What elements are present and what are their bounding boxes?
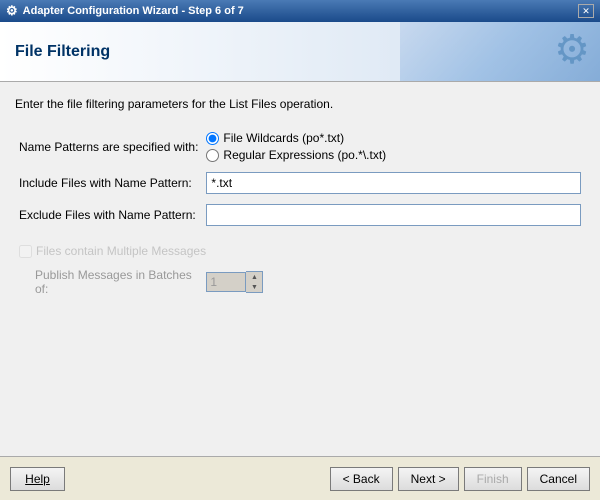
include-pattern-label: Include Files with Name Pattern: bbox=[15, 167, 202, 199]
footer-left: Help bbox=[10, 467, 65, 491]
batch-spinner: ▲ ▼ bbox=[206, 271, 581, 293]
exclude-pattern-row: Exclude Files with Name Pattern: bbox=[15, 199, 585, 231]
exclude-pattern-input-cell bbox=[202, 199, 585, 231]
radio-group: File Wildcards (po*.txt) Regular Express… bbox=[206, 131, 581, 162]
help-button-label: Help bbox=[25, 472, 50, 486]
next-button[interactable]: Next > bbox=[398, 467, 459, 491]
batch-label: Publish Messages in Batches of: bbox=[35, 268, 192, 296]
form-table: Name Patterns are specified with: File W… bbox=[15, 126, 585, 301]
help-button[interactable]: Help bbox=[10, 467, 65, 491]
name-pattern-row: Name Patterns are specified with: File W… bbox=[15, 126, 585, 167]
batch-row: Publish Messages in Batches of: ▲ ▼ bbox=[15, 263, 585, 301]
include-pattern-input-cell bbox=[202, 167, 585, 199]
finish-button: Finish bbox=[464, 467, 522, 491]
spinner-up-button: ▲ bbox=[246, 272, 262, 282]
multiple-messages-label: Files contain Multiple Messages bbox=[36, 244, 206, 258]
spacer-row bbox=[15, 231, 585, 239]
multiple-messages-item[interactable]: Files contain Multiple Messages bbox=[19, 244, 581, 258]
radio-wildcards-label: File Wildcards (po*.txt) bbox=[223, 131, 344, 145]
gear-title-icon: ⚙ bbox=[6, 3, 18, 19]
instruction-text: Enter the file filtering parameters for … bbox=[15, 97, 585, 111]
radio-group-cell: File Wildcards (po*.txt) Regular Express… bbox=[202, 126, 585, 167]
multiple-messages-cell: Files contain Multiple Messages bbox=[15, 239, 585, 263]
close-button[interactable]: ✕ bbox=[578, 4, 594, 18]
multiple-messages-row: Files contain Multiple Messages bbox=[15, 239, 585, 263]
cancel-button[interactable]: Cancel bbox=[527, 467, 590, 491]
title-bar: ⚙ Adapter Configuration Wizard - Step 6 … bbox=[0, 0, 600, 22]
include-pattern-row: Include Files with Name Pattern: bbox=[15, 167, 585, 199]
batch-input bbox=[206, 272, 246, 292]
spinner-down-button: ▼ bbox=[246, 282, 262, 292]
exclude-pattern-input[interactable] bbox=[206, 204, 581, 226]
wizard-body: Enter the file filtering parameters for … bbox=[0, 82, 600, 456]
gear-decoration-icon: ⚙ bbox=[554, 27, 590, 73]
wizard-footer: Help < Back Next > Finish Cancel bbox=[0, 456, 600, 500]
wizard-header: File Filtering ⚙ bbox=[0, 22, 600, 82]
wizard-header-title: File Filtering bbox=[15, 43, 110, 61]
multiple-messages-checkbox bbox=[19, 245, 32, 258]
name-pattern-label: Name Patterns are specified with: bbox=[15, 126, 202, 167]
back-button[interactable]: < Back bbox=[330, 467, 393, 491]
include-pattern-input[interactable] bbox=[206, 172, 581, 194]
title-bar-controls: ✕ bbox=[578, 4, 594, 18]
radio-regex-label: Regular Expressions (po.*\.txt) bbox=[223, 148, 386, 162]
radio-wildcards-item[interactable]: File Wildcards (po*.txt) bbox=[206, 131, 581, 145]
batch-value-cell: ▲ ▼ bbox=[202, 263, 585, 301]
spinner-buttons: ▲ ▼ bbox=[246, 271, 263, 293]
title-bar-text: ⚙ Adapter Configuration Wizard - Step 6 … bbox=[6, 3, 244, 19]
radio-regex[interactable] bbox=[206, 149, 219, 162]
radio-wildcards[interactable] bbox=[206, 132, 219, 145]
exclude-pattern-label: Exclude Files with Name Pattern: bbox=[15, 199, 202, 231]
radio-regex-item[interactable]: Regular Expressions (po.*\.txt) bbox=[206, 148, 581, 162]
footer-right: < Back Next > Finish Cancel bbox=[330, 467, 590, 491]
title-bar-label: Adapter Configuration Wizard - Step 6 of… bbox=[23, 5, 244, 17]
batch-label-cell: Publish Messages in Batches of: bbox=[15, 263, 202, 301]
